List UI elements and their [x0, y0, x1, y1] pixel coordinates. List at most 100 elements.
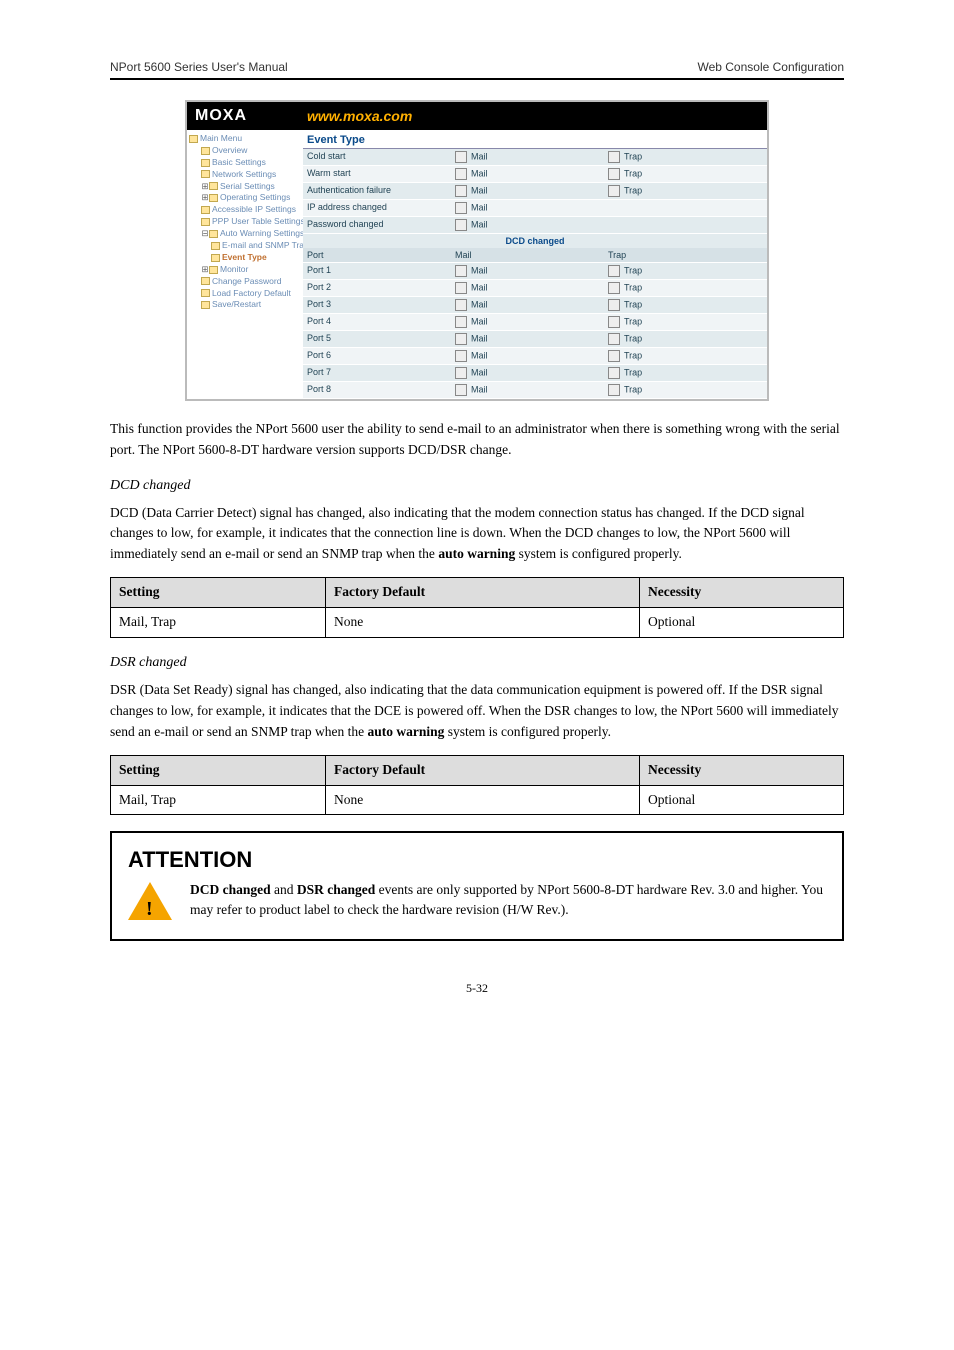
td-default: None	[325, 608, 639, 638]
port-mail[interactable]: Mail	[451, 382, 604, 398]
port-mail[interactable]: Mail	[451, 348, 604, 364]
event-mail[interactable]: Mail	[451, 217, 604, 233]
nav-item-ppp-user-table-settings[interactable]: PPP User Table Settings	[189, 216, 301, 228]
nav-item-serial-settings[interactable]: ⊞Serial Settings	[189, 181, 301, 193]
port-trap[interactable]: Trap	[604, 263, 767, 279]
checkbox-trap[interactable]	[608, 185, 620, 197]
port-mail[interactable]: Mail	[451, 314, 604, 330]
dcd-heading: DCD changed	[110, 475, 844, 497]
nav-item-accessible-ip-settings[interactable]: Accessible IP Settings	[189, 204, 301, 216]
port-row: Port 2MailTrap	[303, 280, 767, 297]
port-trap[interactable]: Trap	[604, 365, 767, 381]
checkbox-trap[interactable]	[608, 333, 620, 345]
col-mail: Mail	[451, 248, 604, 262]
checkbox-mail[interactable]	[455, 219, 467, 231]
port-row: Port 8MailTrap	[303, 382, 767, 399]
checkbox-mail[interactable]	[455, 350, 467, 362]
event-mail[interactable]: Mail	[451, 183, 604, 199]
nav-item-network-settings[interactable]: Network Settings	[189, 169, 301, 181]
nav-item-change-password[interactable]: Change Password	[189, 276, 301, 288]
port-trap[interactable]: Trap	[604, 331, 767, 347]
checkbox-mail[interactable]	[455, 282, 467, 294]
dcd-paragraph: DCD (Data Carrier Detect) signal has cha…	[110, 503, 844, 566]
port-label: Port 4	[303, 314, 451, 330]
moxa-logo: MOXA	[195, 107, 247, 125]
port-mail[interactable]: Mail	[451, 365, 604, 381]
checkbox-trap[interactable]	[608, 151, 620, 163]
nav-item-overview[interactable]: Overview	[189, 145, 301, 157]
event-mail[interactable]: Mail	[451, 149, 604, 165]
checkbox-trap[interactable]	[608, 168, 620, 180]
nav-item-event-type[interactable]: Event Type	[189, 252, 301, 264]
checkbox-trap[interactable]	[608, 350, 620, 362]
nav-item-monitor[interactable]: ⊞Monitor	[189, 264, 301, 276]
event-trap[interactable]: Trap	[604, 166, 767, 182]
dsr-table: Setting Factory Default Necessity Mail, …	[110, 755, 844, 816]
checkbox-mail[interactable]	[455, 185, 467, 197]
nav-item-load-factory-default[interactable]: Load Factory Default	[189, 288, 301, 300]
checkbox-trap[interactable]	[608, 265, 620, 277]
port-label: Port 1	[303, 263, 451, 279]
web-console-screenshot: MOXA www.moxa.com Main Menu OverviewBasi…	[185, 100, 769, 401]
port-row: Port 6MailTrap	[303, 348, 767, 365]
nav-item-e-mail-and-snmp-trap[interactable]: E-mail and SNMP Trap	[189, 240, 301, 252]
checkbox-mail[interactable]	[455, 333, 467, 345]
checkbox-trap[interactable]	[608, 384, 620, 396]
checkbox-mail[interactable]	[455, 168, 467, 180]
port-label: Port 6	[303, 348, 451, 364]
nav-item-auto-warning-settings[interactable]: ⊟Auto Warning Settings	[189, 228, 301, 240]
checkbox-mail[interactable]	[455, 367, 467, 379]
port-label: Port 3	[303, 297, 451, 313]
page-footer: 5-32	[110, 981, 844, 996]
th-default: Factory Default	[325, 578, 639, 608]
th-setting: Setting	[111, 755, 326, 785]
port-trap[interactable]: Trap	[604, 348, 767, 364]
event-label: Authentication failure	[303, 183, 451, 199]
checkbox-mail[interactable]	[455, 299, 467, 311]
event-mail[interactable]: Mail	[451, 166, 604, 182]
port-mail[interactable]: Mail	[451, 331, 604, 347]
nav-item-basic-settings[interactable]: Basic Settings	[189, 157, 301, 169]
checkbox-trap[interactable]	[608, 299, 620, 311]
port-label: Port 5	[303, 331, 451, 347]
event-trap[interactable]	[604, 200, 767, 216]
port-row: Port 1MailTrap	[303, 263, 767, 280]
port-mail[interactable]: Mail	[451, 297, 604, 313]
event-trap[interactable]	[604, 217, 767, 233]
checkbox-mail[interactable]	[455, 151, 467, 163]
th-necessity: Necessity	[639, 755, 843, 785]
port-trap[interactable]: Trap	[604, 280, 767, 296]
checkbox-mail[interactable]	[455, 384, 467, 396]
event-mail[interactable]: Mail	[451, 200, 604, 216]
event-row: IP address changedMail	[303, 200, 767, 217]
checkbox-mail[interactable]	[455, 202, 467, 214]
checkbox-mail[interactable]	[455, 265, 467, 277]
header-left: NPort 5600 Series User's Manual	[110, 60, 288, 74]
event-trap[interactable]: Trap	[604, 149, 767, 165]
port-mail[interactable]: Mail	[451, 263, 604, 279]
port-trap[interactable]: Trap	[604, 314, 767, 330]
event-trap[interactable]: Trap	[604, 183, 767, 199]
dcd-subheader: DCD changed	[303, 234, 767, 248]
main-panel: Event Type Cold startMailTrapWarm startM…	[303, 130, 767, 399]
nav-root[interactable]: Main Menu	[200, 133, 242, 143]
port-label: Port 8	[303, 382, 451, 398]
port-trap[interactable]: Trap	[604, 382, 767, 398]
port-row: Port 4MailTrap	[303, 314, 767, 331]
td-necessity: Optional	[639, 608, 843, 638]
header-right: Web Console Configuration	[697, 60, 844, 74]
checkbox-trap[interactable]	[608, 316, 620, 328]
port-mail[interactable]: Mail	[451, 280, 604, 296]
td-setting: Mail, Trap	[111, 785, 326, 815]
port-trap[interactable]: Trap	[604, 297, 767, 313]
port-row: Port 7MailTrap	[303, 365, 767, 382]
checkbox-trap[interactable]	[608, 367, 620, 379]
nav-item-operating-settings[interactable]: ⊞Operating Settings	[189, 192, 301, 204]
warning-icon: !	[128, 882, 172, 920]
checkbox-trap[interactable]	[608, 282, 620, 294]
td-necessity: Optional	[639, 785, 843, 815]
nav-item-save-restart[interactable]: Save/Restart	[189, 299, 301, 311]
port-label: Port 2	[303, 280, 451, 296]
checkbox-mail[interactable]	[455, 316, 467, 328]
dsr-heading: DSR changed	[110, 652, 844, 674]
